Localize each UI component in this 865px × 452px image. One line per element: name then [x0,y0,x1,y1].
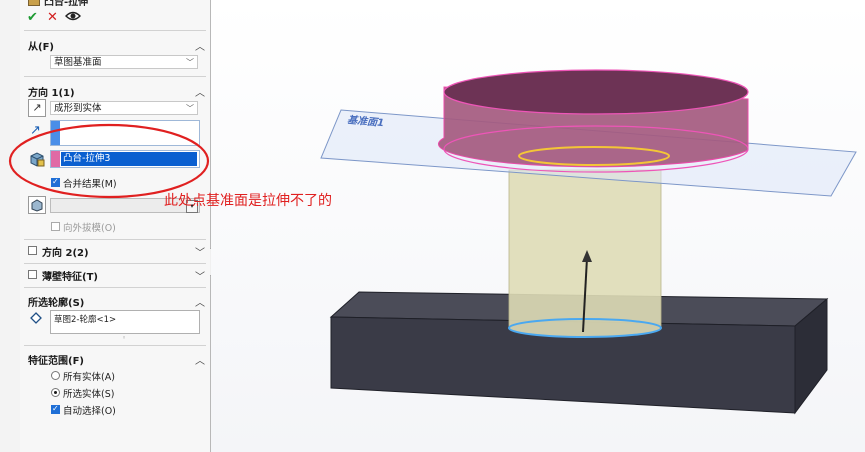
end-condition-value: 成形到实体 [54,103,102,114]
thin-feature-header[interactable]: 薄壁特征(T) [42,268,98,283]
all-bodies-label: 所有实体(A) [63,372,115,383]
divider [24,263,206,264]
chevron-down-icon: ﹀ [186,104,194,113]
divider [24,287,206,288]
auto-select-checkbox[interactable] [51,404,60,414]
contour-icon [30,312,42,324]
direction2-checkbox[interactable] [28,246,37,255]
feature-title: 凸台-拉伸 [44,0,89,8]
collapse-chevron-icon[interactable]: ︿ [195,294,205,309]
divider [24,345,206,346]
draft-outward-checkbox[interactable] [51,222,60,231]
direction1-header[interactable]: 方向 1(1) [28,84,75,99]
collapse-chevron-icon[interactable]: ︿ [195,38,205,53]
divider [24,30,206,31]
expand-chevron-icon[interactable]: ﹀ [195,244,205,259]
thin-feature-checkbox[interactable] [28,270,37,279]
feature-icon [28,0,40,6]
direction2-header[interactable]: 方向 2(2) [42,244,89,259]
from-header[interactable]: 从(F) [28,38,54,53]
feature-title-row: 凸台-拉伸 [26,0,196,8]
divider [24,239,206,240]
collapse-chevron-icon[interactable]: ︿ [195,352,205,367]
end-condition-combo[interactable]: 成形到实体 ﹀ [50,101,198,115]
from-combo[interactable]: 草图基准面 ﹀ [50,55,198,69]
property-manager-panel: 凸台-拉伸 ✔ ✕ 从(F) ︿ 草图基准面 ﹀ 方向 1(1) ︿ ↗ 成形到实… [20,0,211,452]
selected-bodies-radio[interactable] [51,388,60,397]
close-icon[interactable]: ✕ [47,10,58,25]
selected-bodies-label: 所选实体(S) [63,389,115,400]
contour-list[interactable]: 草图2-轮廓<1> [50,310,200,334]
from-value: 草图基准面 [54,57,102,68]
plane-label: 基准面1 [346,114,385,130]
auto-select-label: 自动选择(O) [63,406,116,417]
reverse-direction-icon[interactable]: ↗ [28,99,46,117]
annotation-text: 此处点基准面是拉伸不了的 [164,193,332,209]
expand-chevron-icon[interactable]: ﹀ [195,268,205,283]
check-icon[interactable]: ✔ [27,10,38,25]
all-bodies-radio[interactable] [51,371,60,380]
graphics-viewport[interactable]: 基准面1 [211,0,865,452]
divider [24,76,206,77]
eye-icon[interactable] [65,8,81,24]
feature-scope-header[interactable]: 特征范围(F) [28,352,84,367]
top-boss-top-face[interactable] [443,69,749,115]
selected-contours-header[interactable]: 所选轮廓(S) [28,294,84,309]
chevron-down-icon: ﹀ [186,58,194,67]
contour-item[interactable]: 草图2-轮廓<1> [54,313,116,325]
draft-outward-label: 向外拔模(O) [63,223,116,234]
feature-manager-strip [0,0,21,452]
collapse-chevron-icon[interactable]: ︿ [195,84,205,99]
resize-handle-icon[interactable]: ◦ [122,334,126,342]
